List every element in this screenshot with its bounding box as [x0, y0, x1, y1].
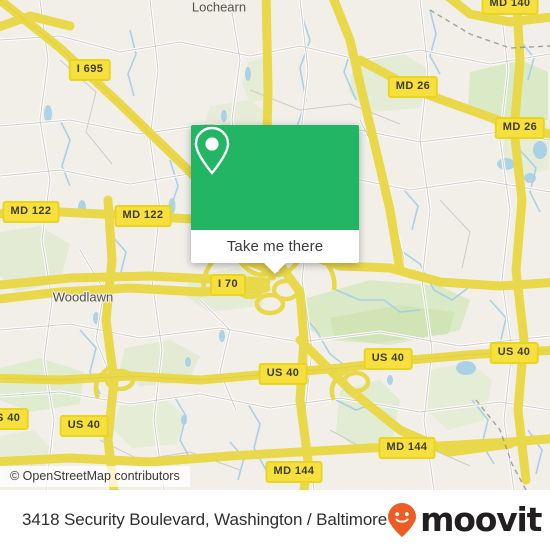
- road-shield: US 40: [258, 363, 308, 385]
- road-shield: MD 122: [2, 201, 60, 223]
- road-shield: US 40: [0, 408, 29, 430]
- road-shield: MD 144: [378, 437, 436, 459]
- take-me-there-label: Take me there: [226, 238, 324, 255]
- road-shield: I 70: [210, 274, 246, 296]
- road-shield: US 40: [59, 415, 109, 437]
- road-shield: MD 26: [387, 76, 439, 98]
- road-shield: I 695: [68, 59, 112, 81]
- road-shield: MD 122: [114, 205, 172, 227]
- road-shield: MD 144: [265, 461, 323, 483]
- map-pin-icon: [194, 126, 230, 175]
- moovit-smiley-pin-icon: [388, 503, 417, 537]
- location-info-card[interactable]: Take me there: [191, 125, 359, 274]
- road-shield: US 40: [363, 348, 413, 370]
- moovit-logo[interactable]: moovit: [387, 499, 542, 539]
- place-label-woodlawn: Woodlawn: [52, 289, 114, 305]
- card-action-bar[interactable]: Take me there: [191, 230, 359, 274]
- moovit-wordmark: moovit: [420, 499, 542, 539]
- card-pointer-tail: [264, 263, 286, 274]
- road-shield: MD 26: [494, 117, 546, 139]
- place-label-lochearn: Lochearn: [191, 0, 247, 15]
- osm-attribution[interactable]: © OpenStreetMap contributors: [0, 466, 190, 487]
- road-shield: MD 140: [481, 0, 539, 15]
- map-screenshot: I 695 MD 26 MD 26 MD 140 MD 122 MD 122 I…: [0, 0, 550, 550]
- card-icon-area: [191, 125, 359, 230]
- road-shield: US 40: [489, 342, 539, 364]
- footer-bar: 3418 Security Boulevard, Washington / Ba…: [0, 490, 550, 550]
- address-title: 3418 Security Boulevard, Washington / Ba…: [22, 510, 388, 529]
- map-canvas[interactable]: I 695 MD 26 MD 26 MD 140 MD 122 MD 122 I…: [0, 0, 550, 490]
